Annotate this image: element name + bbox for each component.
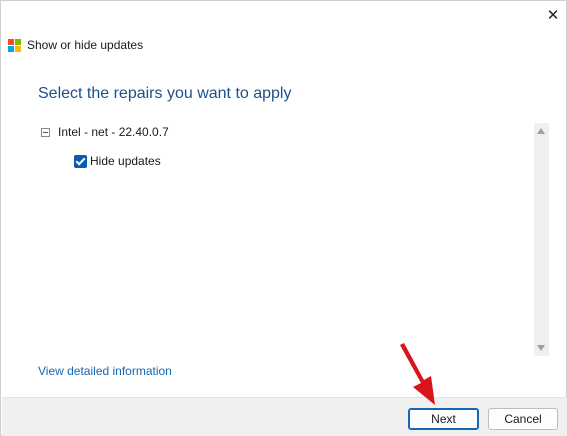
tree-node-update: Intel - net - 22.40.0.7 [41, 125, 169, 139]
view-detailed-information-link[interactable]: View detailed information [38, 364, 172, 378]
cancel-button[interactable]: Cancel [488, 408, 558, 430]
hide-updates-checkbox[interactable] [74, 154, 87, 168]
logo-square-blue [8, 45, 14, 52]
scroll-down-icon[interactable] [537, 345, 545, 351]
next-button[interactable]: Next [408, 408, 479, 430]
repairs-tree: Intel - net - 22.40.0.7 Hide updates [33, 119, 551, 357]
page-heading: Select the repairs you want to apply [38, 85, 292, 102]
hide-updates-option[interactable]: Hide updates [74, 154, 161, 168]
annotation-arrow-shape [400, 343, 435, 405]
scroll-up-icon[interactable] [537, 128, 545, 134]
annotation-arrow-icon [400, 343, 435, 405]
dialog-window: ✕ Show or hide updates Select the repair… [0, 0, 567, 436]
logo-square-yellow [15, 45, 21, 52]
logo-square-red [8, 38, 14, 45]
logo-square-green [15, 38, 21, 45]
collapse-icon[interactable] [41, 127, 50, 137]
title-bar: Show or hide updates [8, 37, 143, 53]
close-button[interactable]: ✕ [538, 1, 567, 29]
windows-logo-icon [8, 38, 21, 52]
dialog-footer: Next Cancel [2, 397, 567, 436]
window-title: Show or hide updates [27, 38, 144, 52]
hide-updates-label[interactable]: Hide updates [90, 154, 161, 168]
tree-node-label: Intel - net - 22.40.0.7 [58, 125, 169, 139]
close-icon: ✕ [546, 7, 560, 24]
tree-scrollbar[interactable] [534, 123, 549, 356]
